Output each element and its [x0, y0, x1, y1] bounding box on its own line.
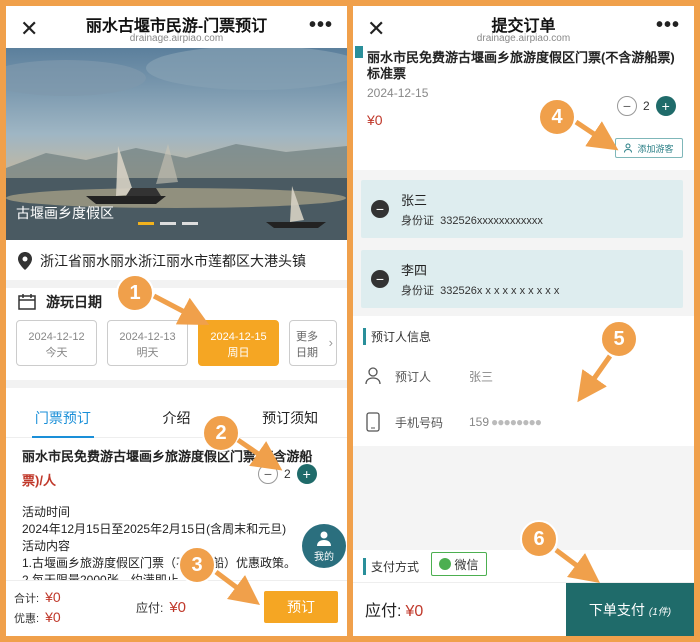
product-price-unit: 票)/人 — [22, 473, 56, 488]
plus-button[interactable]: + — [296, 464, 317, 484]
carousel-dots[interactable] — [138, 222, 198, 225]
divider — [6, 380, 347, 388]
user-icon — [317, 531, 331, 546]
step-badge: 6 — [520, 520, 558, 558]
header: ✕ 提交订单 drainage.airpiao.com ••• — [353, 6, 694, 54]
date-option-selected[interactable]: 2024-12-15 周日 — [198, 320, 279, 366]
booker-row[interactable]: 预订人 张三 — [353, 356, 694, 396]
phone-row[interactable]: 手机号码 159 ●●●●●●●● — [353, 402, 694, 442]
book-button[interactable]: 预订 — [264, 591, 338, 623]
date-option-today[interactable]: 2024-12-12 今天 — [16, 320, 97, 366]
visit-date: 2024-12-15 — [367, 86, 429, 100]
quantity-stepper: − 2 + — [617, 96, 676, 116]
address-text: 浙江省丽水丽水浙江丽水市莲都区大港头镇 — [40, 253, 306, 269]
location-pin-icon — [18, 252, 32, 270]
date-section-title: 游玩日期 — [18, 292, 102, 312]
minus-button[interactable]: − — [258, 464, 278, 484]
discount-row: 优惠: ¥0 — [14, 609, 61, 625]
masked-digits: ●●●●●●●● — [491, 415, 542, 429]
visitor-card: − 李四 身份证 332526x x x x x x x x x x — [361, 250, 683, 308]
visitor-id: 身份证 332526xxxxxxxxxxxx — [401, 215, 543, 227]
wechat-icon — [439, 558, 452, 570]
remove-visitor-icon[interactable]: − — [371, 270, 389, 288]
more-icon[interactable]: ••• — [656, 14, 680, 37]
plus-button[interactable]: + — [655, 96, 676, 116]
divider — [6, 280, 347, 288]
step-badge: 1 — [116, 274, 154, 312]
submit-pay-button[interactable]: 下单支付 (1件) — [566, 583, 694, 636]
date-option-tomorrow[interactable]: 2024-12-13 明天 — [107, 320, 188, 366]
product-price: ¥0 — [367, 112, 383, 128]
phone-icon — [366, 412, 380, 432]
booking-page: ✕ 丽水古堰市民游-门票预订 drainage.airpiao.com ••• — [6, 6, 347, 636]
hero-image[interactable]: 古堰画乡度假区 — [6, 48, 347, 240]
visitor-name: 张三 — [401, 193, 428, 208]
visitor-list: − 张三 身份证 332526xxxxxxxxxxxx − 李四 身份证 332… — [353, 170, 694, 316]
my-account-button[interactable]: 我的 — [302, 524, 346, 568]
step-badge: 5 — [600, 320, 638, 358]
order-footer: 应付: ¥0 下单支付 (1件) — [353, 582, 694, 636]
total-row: 合计: ¥0 — [14, 589, 61, 605]
tab-booking-notes[interactable]: 预订须知 — [233, 398, 347, 437]
add-visitor-button[interactable]: 添加游客 — [615, 138, 683, 158]
product-name: 丽水市民免费游古堰画乡旅游度假区门票(不含游船票)标准票 — [367, 50, 675, 81]
chevron-right-icon: › — [328, 335, 333, 350]
remove-visitor-icon[interactable]: − — [371, 200, 389, 218]
add-user-icon — [624, 143, 633, 153]
visitor-card: − 张三 身份证 332526xxxxxxxxxxxx — [361, 180, 683, 238]
step-badge: 4 — [538, 98, 576, 136]
step-badge: 3 — [178, 546, 216, 584]
page-url: drainage.airpiao.com — [129, 33, 224, 44]
step-badge: 2 — [202, 414, 240, 452]
visitor-id: 身份证 332526x x x x x x x x x x — [401, 285, 560, 297]
payable-row: 应付: ¥0 — [365, 603, 424, 620]
header: ✕ 丽水古堰市民游-门票预订 drainage.airpiao.com ••• — [6, 6, 347, 54]
address-row[interactable]: 浙江省丽水丽水浙江丽水市莲都区大港头镇 — [6, 242, 347, 280]
order-footer: 合计: ¥0 优惠: ¥0 应付: ¥0 预订 — [6, 580, 347, 636]
activity-info: 活动时间 2024年12月15日至2025年2月15日(含周末和元旦) 活动内容… — [22, 505, 297, 587]
quantity-value: 2 — [643, 99, 650, 113]
bookmark-icon — [355, 46, 363, 58]
calendar-icon — [18, 294, 36, 310]
tab-ticket-booking[interactable]: 门票预订 — [6, 398, 120, 438]
tab-bar: 门票预订 介绍 预订须知 — [6, 398, 347, 438]
page-url: drainage.airpiao.com — [476, 33, 571, 44]
hero-caption: 古堰画乡度假区 — [16, 205, 114, 221]
wechat-pay-option[interactable]: 微信 — [431, 552, 487, 576]
more-icon[interactable]: ••• — [309, 14, 333, 37]
pay-method-label: 支付方式 — [363, 558, 419, 575]
payable-row: 应付: ¥0 — [136, 599, 187, 616]
more-dates-button[interactable]: 更多 日期 › — [289, 320, 337, 366]
visitor-name: 李四 — [401, 263, 428, 278]
minus-button[interactable]: − — [617, 96, 637, 116]
person-icon — [365, 367, 381, 385]
quantity-value: 2 — [284, 467, 291, 481]
quantity-stepper: − 2 + — [258, 464, 317, 484]
date-picker: 2024-12-12 今天 2024-12-13 明天 2024-12-15 周日 更… — [16, 320, 337, 366]
booker-section-title: 预订人信息 — [363, 328, 431, 345]
